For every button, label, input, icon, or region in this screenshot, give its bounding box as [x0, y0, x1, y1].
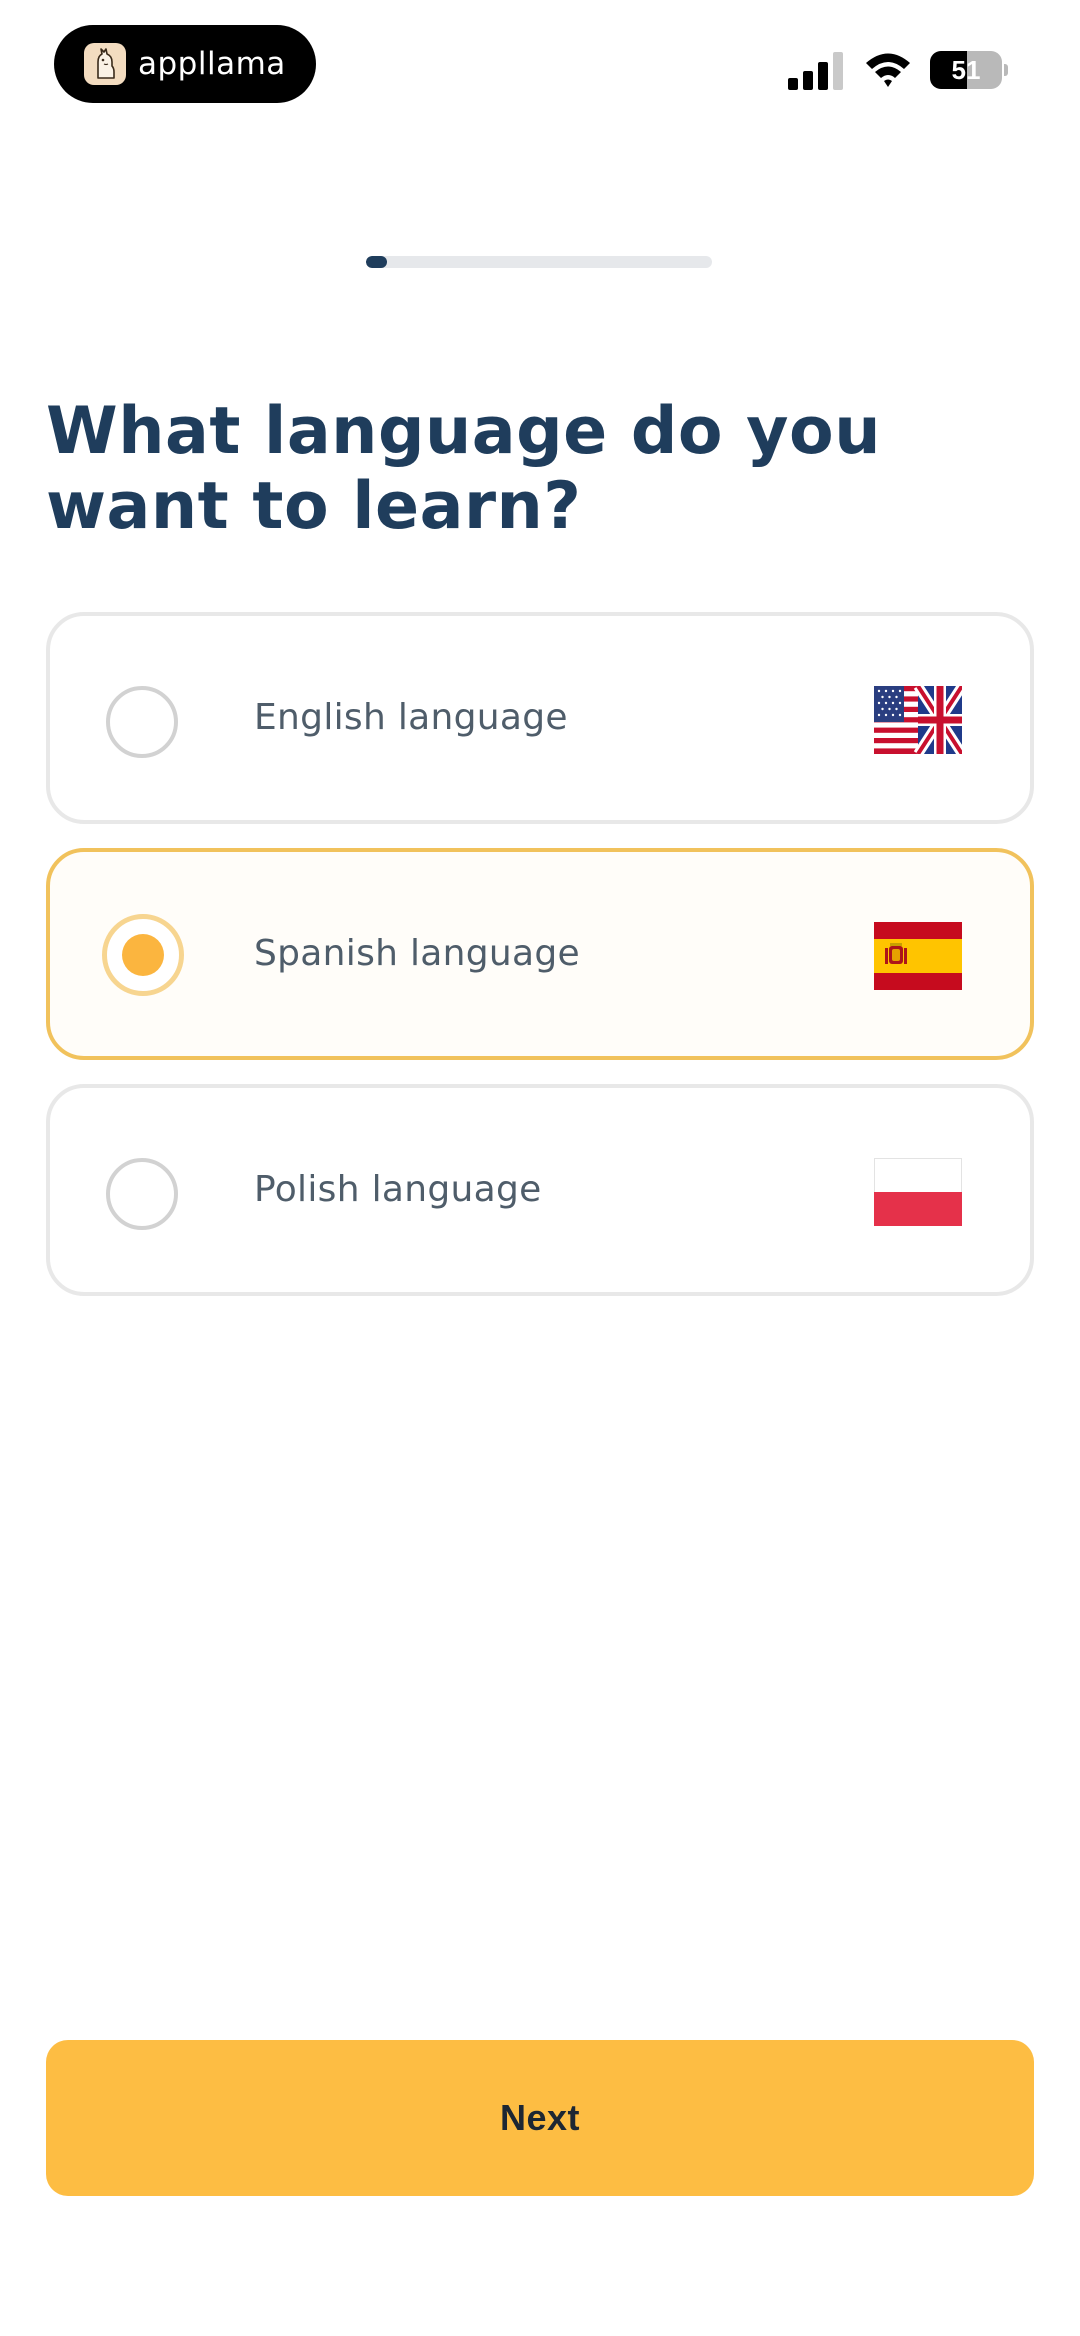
option-label: Polish language [254, 1169, 542, 1210]
status-bar: appllama 51 [0, 0, 1080, 130]
radio-button[interactable] [106, 686, 178, 758]
battery-icon: 51 [930, 51, 1008, 89]
option-label: Spanish language [254, 933, 581, 974]
cellular-signal-icon [788, 52, 843, 90]
option-spanish[interactable]: Spanish language [46, 848, 1034, 1060]
radio-button-selected[interactable] [102, 914, 184, 996]
option-english[interactable]: English language [46, 612, 1034, 824]
option-polish[interactable]: Polish language [46, 1084, 1034, 1296]
onboarding-progress-bar [366, 256, 712, 268]
spain-flag-icon [874, 922, 962, 990]
option-label: English language [254, 697, 568, 738]
next-button[interactable]: Next [46, 2040, 1034, 2196]
app-name: appllama [138, 46, 286, 82]
llama-logo-icon [84, 43, 126, 85]
battery-level: 51 [951, 55, 981, 85]
app-indicator-pill[interactable]: appllama [54, 25, 316, 103]
progress-fill [366, 256, 387, 268]
radio-button[interactable] [106, 1158, 178, 1230]
radio-dot [122, 934, 164, 976]
us-uk-flag-icon [874, 686, 962, 754]
poland-flag-icon [874, 1158, 962, 1226]
next-button-label: Next [499, 2097, 581, 2138]
wifi-icon [866, 53, 910, 87]
page-title: What language do you want to learn? [46, 394, 881, 544]
